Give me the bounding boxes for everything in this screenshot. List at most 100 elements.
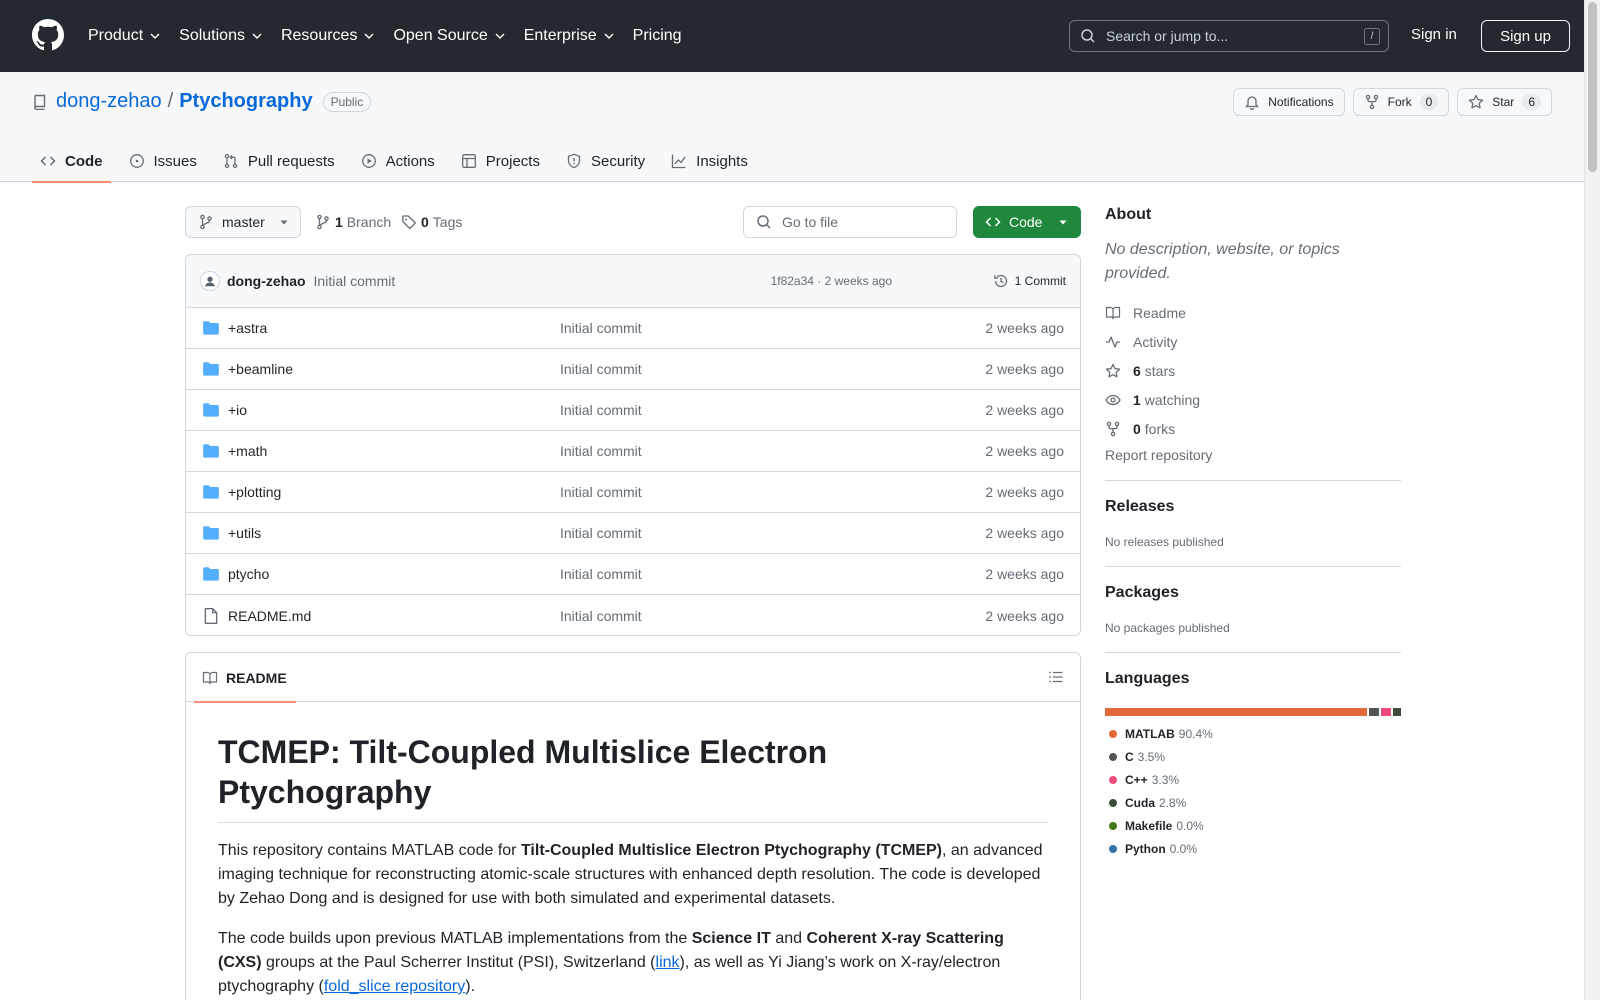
latest-commit-bar: dong-zehao Initial commit 1f82a34 · 2 we…: [186, 255, 1080, 308]
readme-tab[interactable]: README: [194, 653, 296, 703]
report-repository-link[interactable]: Report repository: [1105, 447, 1401, 463]
go-to-file-input[interactable]: Go to file: [743, 206, 957, 238]
file-name-link[interactable]: +astra: [228, 320, 267, 336]
table-row[interactable]: +io Initial commit 2 weeks ago: [186, 390, 1080, 431]
tab-issues[interactable]: Issues: [121, 140, 205, 182]
table-row[interactable]: +plotting Initial commit 2 weeks ago: [186, 472, 1080, 513]
star-label: Star: [1492, 95, 1515, 109]
commit-author-link[interactable]: dong-zehao: [227, 273, 306, 289]
search-input[interactable]: Search or jump to... /: [1069, 20, 1389, 52]
psi-link[interactable]: link: [656, 954, 680, 971]
table-row[interactable]: +math Initial commit 2 weeks ago: [186, 431, 1080, 472]
table-row[interactable]: README.md Initial commit 2 weeks ago: [186, 595, 1080, 635]
readme-text: This repository contains MATLAB code for: [218, 842, 521, 859]
language-item[interactable]: Makefile 0.0%: [1105, 814, 1225, 837]
tab-insights[interactable]: Insights: [663, 140, 756, 182]
table-row[interactable]: ptycho Initial commit 2 weeks ago: [186, 554, 1080, 595]
readme-bold: Science IT: [691, 930, 771, 947]
file-commit-message[interactable]: Initial commit: [560, 566, 642, 582]
file-name-link[interactable]: +io: [228, 402, 247, 418]
nav-solutions[interactable]: Solutions: [179, 27, 263, 45]
history-icon: [993, 274, 1007, 288]
tab-security-label: Security: [590, 152, 646, 170]
tags-link[interactable]: 0 Tags: [401, 214, 462, 230]
chevron-down-icon: [495, 33, 505, 39]
commits-link[interactable]: 1 Commit: [993, 273, 1066, 289]
nav-open-source[interactable]: Open Source: [393, 27, 505, 45]
repo-owner-link[interactable]: dong-zehao: [56, 90, 162, 113]
file-commit-message[interactable]: Initial commit: [560, 320, 642, 336]
branch-selector[interactable]: master: [185, 206, 301, 238]
table-row[interactable]: +beamline Initial commit 2 weeks ago: [186, 349, 1080, 390]
file-commit-date: 2 weeks ago: [985, 402, 1064, 418]
language-item[interactable]: C 3.5%: [1105, 745, 1255, 768]
tab-code[interactable]: Code: [32, 140, 111, 183]
scrollbar[interactable]: [1584, 0, 1600, 1000]
nav-resources[interactable]: Resources: [281, 27, 375, 45]
table-row[interactable]: +astra Initial commit 2 weeks ago: [186, 308, 1080, 349]
code-dropdown-button[interactable]: Code: [973, 206, 1081, 238]
readme-link[interactable]: Readme: [1105, 298, 1401, 327]
readme-body: TCMEP: Tilt-Coupled Multislice Electron …: [186, 702, 1080, 1000]
file-name-link[interactable]: +math: [228, 443, 267, 459]
file-name-link[interactable]: +beamline: [228, 361, 293, 377]
star-button[interactable]: Star 6: [1457, 88, 1552, 116]
fold-slice-link[interactable]: fold_slice repository: [324, 978, 465, 995]
tab-projects[interactable]: Projects: [453, 140, 548, 182]
scrollbar-thumb[interactable]: [1588, 2, 1597, 172]
language-item[interactable]: Cuda 2.8%: [1105, 791, 1255, 814]
nav-enterprise[interactable]: Enterprise: [524, 27, 615, 45]
activity-link[interactable]: Activity: [1105, 327, 1401, 356]
file-name-link[interactable]: +utils: [228, 525, 261, 541]
avatar[interactable]: [200, 271, 220, 291]
sign-in-link[interactable]: Sign in: [1411, 26, 1457, 43]
file-name-link[interactable]: README.md: [228, 608, 311, 624]
tab-security[interactable]: Security: [558, 140, 653, 182]
tab-actions[interactable]: Actions: [353, 140, 443, 182]
readme-text: groups at the Paul Scherrer Institut (PS…: [261, 954, 656, 971]
list-icon[interactable]: [1048, 669, 1064, 685]
file-commit-message[interactable]: Initial commit: [560, 608, 642, 624]
readme-bold: Tilt-Coupled Multislice Electron Ptychog…: [520, 842, 943, 859]
language-item[interactable]: C++ 3.3%: [1105, 768, 1225, 791]
path-separator: /: [167, 90, 174, 112]
sign-up-button[interactable]: Sign up: [1481, 20, 1570, 52]
language-item[interactable]: Python 0.0%: [1105, 837, 1255, 860]
commit-hash-time[interactable]: 1f82a34 · 2 weeks ago: [771, 274, 892, 288]
branches-link[interactable]: 1 Branch: [315, 214, 391, 230]
file-commit-message[interactable]: Initial commit: [560, 525, 642, 541]
language-percent: 3.5%: [1137, 749, 1166, 764]
github-logo-icon[interactable]: [32, 19, 64, 51]
chevron-down-icon: [252, 33, 262, 39]
readme-title: TCMEP: Tilt-Coupled Multislice Electron …: [218, 732, 1048, 823]
commit-message-link[interactable]: Initial commit: [314, 273, 396, 289]
tab-pull-requests[interactable]: Pull requests: [215, 140, 343, 182]
readme-tab-label: README: [226, 669, 287, 686]
nav-pricing[interactable]: Pricing: [633, 27, 682, 45]
watchers-link[interactable]: 1 watching: [1105, 385, 1401, 414]
file-name-link[interactable]: +plotting: [228, 484, 281, 500]
releases-heading[interactable]: Releases: [1105, 498, 1401, 516]
language-percent: 2.8%: [1159, 795, 1187, 810]
file-commit-message[interactable]: Initial commit: [560, 484, 642, 500]
file-commit-message[interactable]: Initial commit: [560, 361, 642, 377]
file-commit-message[interactable]: Initial commit: [560, 402, 642, 418]
shield-icon: [567, 153, 581, 169]
star-icon: [1469, 94, 1484, 109]
file-commit-message[interactable]: Initial commit: [560, 443, 642, 459]
language-item[interactable]: MATLAB 90.4%: [1105, 722, 1225, 745]
repo-name-link[interactable]: Ptychography: [179, 90, 312, 113]
packages-heading[interactable]: Packages: [1105, 584, 1401, 602]
nav-solutions-label: Solutions: [179, 27, 245, 44]
fork-button[interactable]: Fork 0: [1352, 88, 1450, 116]
table-row[interactable]: +utils Initial commit 2 weeks ago: [186, 513, 1080, 554]
languages-heading: Languages: [1105, 670, 1190, 687]
fork-count: 0: [1419, 94, 1439, 110]
file-name-link[interactable]: ptycho: [228, 566, 269, 582]
notifications-button[interactable]: Notifications: [1233, 88, 1345, 116]
nav-pricing-label: Pricing: [632, 27, 682, 44]
stars-link[interactable]: 6 stars: [1105, 356, 1401, 385]
forks-link[interactable]: 0 forks: [1105, 414, 1401, 443]
language-color-dot: [1109, 844, 1117, 853]
nav-product[interactable]: Product: [88, 27, 161, 45]
